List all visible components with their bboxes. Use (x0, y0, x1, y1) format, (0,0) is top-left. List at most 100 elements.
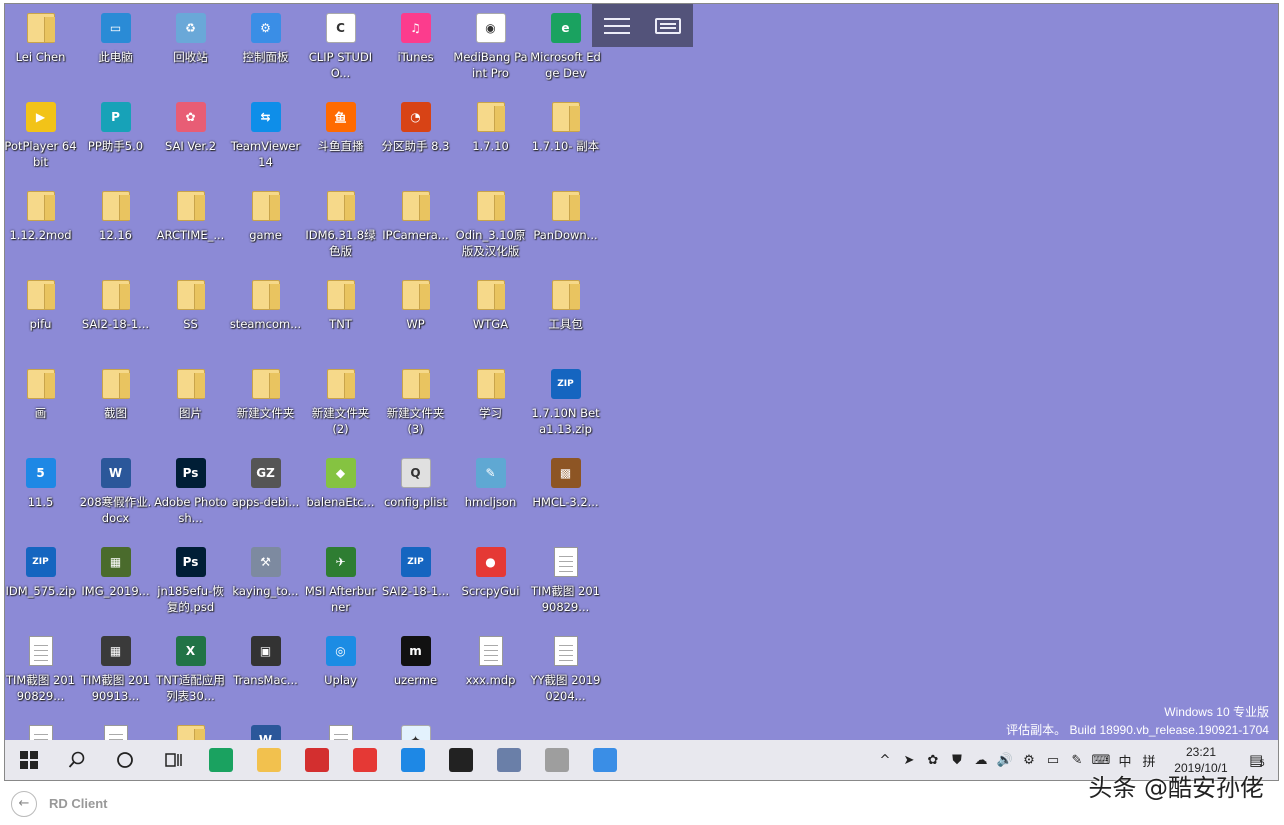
remote-desktop[interactable]: Lei Chen ▶ PotPlayer 64 bit 1.12.2mod pifu 画 5… (5, 4, 1278, 740)
desktop-icon[interactable]: steamcom... (228, 271, 303, 360)
desktop-icon[interactable]: GZ apps-debi... (228, 449, 303, 538)
desktop-icon[interactable]: ♻ 回收站 (153, 4, 228, 93)
taskbar-network-tool[interactable] (485, 740, 533, 780)
tray-icon[interactable]: ⚙ (1018, 749, 1040, 771)
desktop-icon[interactable]: ZIP IDM_575.zip (5, 538, 78, 627)
desktop-icon[interactable]: ▣ TransMac... (228, 627, 303, 716)
desktop-icon[interactable]: 工具包 (528, 271, 603, 360)
photoshop-icon: Ps (174, 456, 208, 490)
desktop-icon[interactable]: ◎ Uplay (303, 627, 378, 716)
hamburger-menu-icon[interactable] (604, 17, 631, 34)
edge-dev-icon: e (549, 11, 583, 45)
desktop-icon[interactable]: YY截图 20190204... (528, 627, 603, 716)
desktop-icon[interactable]: 12.16 (78, 182, 153, 271)
keyboard-icon[interactable] (654, 17, 681, 34)
desktop-icon[interactable]: 新建文本文档.txt (303, 716, 378, 740)
desktop-icon[interactable]: ✎ hmcljson (453, 449, 528, 538)
desktop-icon[interactable]: W 208寒假作业.docx (78, 449, 153, 538)
desktop-icon[interactable]: pifu (5, 271, 78, 360)
desktop-icon[interactable]: ⚙ 控制面板 (228, 4, 303, 93)
taskbar-app-red[interactable] (293, 740, 341, 780)
desktop-icon[interactable]: ▦ TIM截图 20190913... (78, 627, 153, 716)
tray-icon[interactable]: ✎ (1066, 749, 1088, 771)
desktop-icon[interactable]: ◉ MediBang Paint Pro (453, 4, 528, 93)
desktop-icon[interactable]: 1.7.10 (453, 93, 528, 182)
search-button[interactable] (53, 740, 101, 780)
start-button[interactable] (5, 740, 53, 780)
desktop-icon[interactable]: 文件 (153, 716, 228, 740)
desktop-icon[interactable]: ZIP SAI2-18-1... (378, 538, 453, 627)
desktop-icon[interactable]: PanDown... (528, 182, 603, 271)
desktop-icon[interactable]: Ps jn185efu-恢复的.psd (153, 538, 228, 627)
tray-icon[interactable]: ☁ (970, 749, 992, 771)
desktop-icon[interactable]: P PP助手5.0 (78, 93, 153, 182)
tray-icon[interactable]: ▭ (1042, 749, 1064, 771)
desktop-icon[interactable]: 画 (5, 360, 78, 449)
desktop-icon[interactable]: 黑域开启助手.bat (5, 716, 78, 740)
desktop-icon[interactable]: Ps Adobe Photosh... (153, 449, 228, 538)
taskbar-control-panel[interactable] (581, 740, 629, 780)
task-view-button[interactable] (149, 740, 197, 780)
desktop-icon[interactable]: 新建文件夹 (2) (303, 360, 378, 449)
back-button[interactable]: ← (11, 790, 37, 817)
desktop-icon[interactable]: Odin_3.10原版及汉化版 (453, 182, 528, 271)
tray-icon[interactable]: ⛊ (946, 749, 968, 771)
desktop-icon[interactable]: ▩ HMCL-3.2... (528, 449, 603, 538)
desktop-icon[interactable]: WTGA (453, 271, 528, 360)
desktop-icon[interactable]: 1.12.2mod (5, 182, 78, 271)
desktop-icon[interactable]: Qconfig.plist (378, 449, 453, 538)
desktop-icon[interactable]: 学习 (453, 360, 528, 449)
desktop-icon[interactable]: ▭ 此电脑 (78, 4, 153, 93)
desktop-icon[interactable]: TIM截图 20190829... (5, 627, 78, 716)
desktop-icon[interactable]: 新建文件夹 (228, 360, 303, 449)
desktop-icon[interactable]: ZIP 1.7.10N Beta1.13.zip (528, 360, 603, 449)
desktop-icon[interactable]: SAI2-18-1... (78, 271, 153, 360)
taskbar-file-explorer[interactable] (245, 740, 293, 780)
desktop-icon[interactable]: 新建文件夹 (3) (378, 360, 453, 449)
desktop-icon[interactable]: ARCTIME_... (153, 182, 228, 271)
desktop-icon[interactable]: ● ScrcpyGui (453, 538, 528, 627)
desktop-icon[interactable]: Lei Chen (5, 4, 78, 93)
desktop-icon-label: apps-debi... (231, 495, 300, 509)
desktop-icon[interactable]: 5 11.5 (5, 449, 78, 538)
desktop-icon[interactable]: ⚒ kaying_to... (228, 538, 303, 627)
taskbar-obs[interactable] (437, 740, 485, 780)
desktop-icon[interactable]: m uzerme (378, 627, 453, 716)
desktop-icon[interactable]: ◔ 分区助手 8.3 (378, 93, 453, 182)
tray-icon[interactable]: 🔊 (994, 749, 1016, 771)
desktop-icon[interactable]: TIM截图 20190829... (528, 538, 603, 627)
desktop-icon[interactable]: 1.7.10- 副本 (528, 93, 603, 182)
taskbar-edge-dev[interactable] (197, 740, 245, 780)
desktop-icon[interactable]: SS (153, 271, 228, 360)
desktop-icon-label: SAI2-18-1... (381, 584, 450, 598)
taskbar-image-viewer[interactable] (533, 740, 581, 780)
desktop-icon[interactable]: ◆ balenaEtc... (303, 449, 378, 538)
desktop-icon[interactable]: TNT (303, 271, 378, 360)
desktop-icon[interactable]: ✿ SAI Ver.2 (153, 93, 228, 182)
tray-icon[interactable]: ^ (874, 749, 896, 771)
desktop-icon[interactable]: game (228, 182, 303, 271)
tray-icon[interactable]: ✿ (922, 749, 944, 771)
desktop-icon[interactable]: ▶ PotPlayer 64 bit (5, 93, 78, 182)
desktop-icon[interactable]: 鱼斗鱼直播 (303, 93, 378, 182)
desktop-icon[interactable]: ✈ MSI Afterburner (303, 538, 378, 627)
cortana-button[interactable] (101, 740, 149, 780)
desktop-icon[interactable]: C CLIP STUDIO... (303, 4, 378, 93)
desktop-icon[interactable]: ✦迅雷 (378, 716, 453, 740)
taskbar-netease-music[interactable] (341, 740, 389, 780)
desktop-icon[interactable]: ⇆ TeamViewer 14 (228, 93, 303, 182)
desktop-icon[interactable]: 密码.txt (78, 716, 153, 740)
desktop-icon[interactable]: IDM6.31.8绿色版 (303, 182, 378, 271)
desktop-icon[interactable]: xxx.mdp (453, 627, 528, 716)
desktop-icon[interactable]: WP (378, 271, 453, 360)
folder-icon (474, 278, 508, 312)
desktop-icon[interactable]: ♫ iTunes (378, 4, 453, 93)
desktop-icon[interactable]: 截图 (78, 360, 153, 449)
taskbar-app-blue[interactable] (389, 740, 437, 780)
tray-icon[interactable]: ➤ (898, 749, 920, 771)
desktop-icon[interactable]: W新建 Microsof... (228, 716, 303, 740)
desktop-icon[interactable]: ▦ IMG_2019... (78, 538, 153, 627)
desktop-icon[interactable]: X TNT适配应用列表30... (153, 627, 228, 716)
desktop-icon[interactable]: IPCamera... (378, 182, 453, 271)
desktop-icon[interactable]: 图片 (153, 360, 228, 449)
